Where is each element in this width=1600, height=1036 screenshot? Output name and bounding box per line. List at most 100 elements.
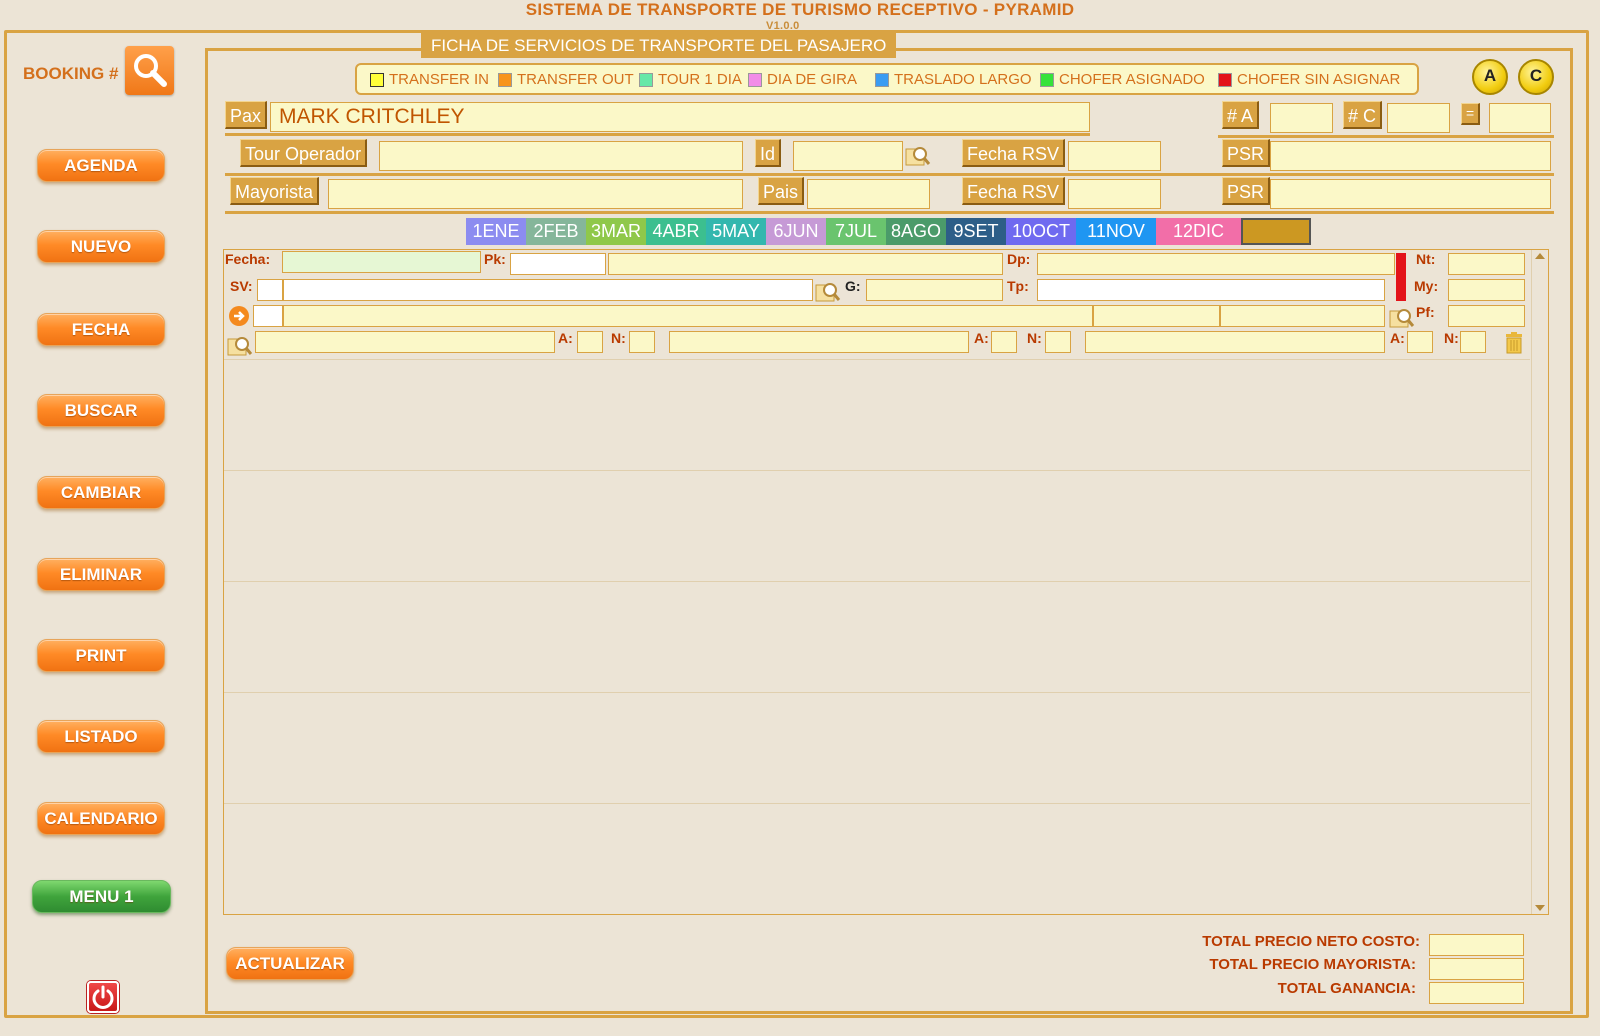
id-field[interactable] <box>793 141 903 171</box>
booking-search-button[interactable] <box>125 46 174 95</box>
fecha-button[interactable]: FECHA <box>37 313 165 346</box>
fecha-rsv-field-2[interactable] <box>1068 179 1161 209</box>
nuevo-button[interactable]: NUEVO <box>37 230 165 263</box>
row3-field-c[interactable] <box>1220 305 1385 327</box>
psr-label-2: PSR <box>1222 177 1271 205</box>
pax-field[interactable]: MARK CRITCHLEY <box>270 102 1090 132</box>
total-pax-field[interactable] <box>1489 103 1551 133</box>
fecha-detail-field[interactable] <box>282 251 481 273</box>
month-tab-nov[interactable]: 11NOV <box>1076 218 1156 245</box>
month-tab-jun[interactable]: 6JUN <box>766 218 826 245</box>
scroll-up-arrow[interactable] <box>1535 253 1545 259</box>
buscar-button[interactable]: BUSCAR <box>37 394 165 427</box>
sv-label: SV: <box>230 278 253 294</box>
listado-button[interactable]: LISTADO <box>37 720 165 753</box>
print-button[interactable]: PRINT <box>37 639 165 672</box>
num-a-field[interactable] <box>1270 103 1333 133</box>
sv-code-field[interactable] <box>257 279 283 301</box>
arrow-right-icon[interactable] <box>229 306 249 326</box>
nt-field[interactable] <box>1448 253 1525 275</box>
legend-item-dia-de-gira: DIA DE GIRA <box>748 71 857 88</box>
tp-field[interactable] <box>1037 279 1385 301</box>
row3-search-icon[interactable] <box>1389 305 1415 331</box>
a-label-2: A: <box>974 330 989 346</box>
c-button[interactable]: C <box>1518 59 1554 95</box>
month-tab-mar[interactable]: 3MAR <box>586 218 646 245</box>
legend-swatch <box>875 72 889 87</box>
total-mayorista-label: TOTAL PRECIO MAYORISTA: <box>1209 956 1416 973</box>
legend-item-tour-1-dia: TOUR 1 DIA <box>639 71 742 88</box>
agenda-button[interactable]: AGENDA <box>37 149 165 182</box>
app-title-text: SISTEMA DE TRANSPORTE DE TURISMO RECEPTI… <box>525 0 1075 19</box>
month-tab-ago[interactable]: 8AGO <box>886 218 946 245</box>
actualizar-button[interactable]: ACTUALIZAR <box>226 947 354 980</box>
pax-label: Pax <box>225 101 268 129</box>
a-field-3[interactable] <box>1407 331 1433 353</box>
row4-field-2[interactable] <box>669 331 969 353</box>
dp-field[interactable] <box>1037 253 1395 275</box>
divider <box>225 133 1090 136</box>
month-tab-all[interactable] <box>1241 218 1311 245</box>
dp-label: Dp: <box>1007 251 1031 267</box>
id-search-icon[interactable] <box>905 143 931 169</box>
total-neto-field[interactable] <box>1429 934 1524 956</box>
pk-field[interactable] <box>510 253 606 275</box>
cambiar-button[interactable]: CAMBIAR <box>37 476 165 509</box>
a-field-1[interactable] <box>577 331 603 353</box>
month-tab-may[interactable]: 5MAY <box>706 218 766 245</box>
legend-swatch <box>370 72 384 87</box>
row4-search-icon[interactable] <box>227 333 253 359</box>
row-separator <box>224 692 1530 693</box>
month-tab-oct[interactable]: 10OCT <box>1006 218 1076 245</box>
legend: TRANSFER IN TRANSFER OUT TOUR 1 DIA DIA … <box>355 63 1419 95</box>
month-tab-jul[interactable]: 7JUL <box>826 218 886 245</box>
legend-label: CHOFER SIN ASIGNAR <box>1237 71 1401 88</box>
row4-field-3[interactable] <box>1085 331 1385 353</box>
n-field-1[interactable] <box>629 331 655 353</box>
a-button[interactable]: A <box>1472 59 1508 95</box>
num-c-field[interactable] <box>1387 103 1450 133</box>
month-tab-set[interactable]: 9SET <box>946 218 1006 245</box>
g-field[interactable] <box>866 279 1003 301</box>
calendario-button[interactable]: CALENDARIO <box>37 802 165 835</box>
month-tab-dic[interactable]: 12DIC <box>1156 218 1241 245</box>
pais-field[interactable] <box>807 179 930 209</box>
power-icon <box>92 985 114 1009</box>
tour-operador-field[interactable] <box>379 141 743 171</box>
num-c-label: # C <box>1343 101 1383 129</box>
month-tab-ene[interactable]: 1ENE <box>466 218 526 245</box>
legend-item-chofer-asignado: CHOFER ASIGNADO <box>1040 71 1205 88</box>
menu-1-button[interactable]: MENU 1 <box>32 880 171 913</box>
pk-desc-field[interactable] <box>608 253 1003 275</box>
g-label: G: <box>845 278 861 294</box>
month-tab-abr[interactable]: 4ABR <box>646 218 706 245</box>
eliminar-button[interactable]: ELIMINAR <box>37 558 165 591</box>
a-field-2[interactable] <box>991 331 1017 353</box>
mayorista-field[interactable] <box>328 179 743 209</box>
psr-field-2[interactable] <box>1270 179 1551 209</box>
scroll-down-arrow[interactable] <box>1535 905 1545 911</box>
row3-code-field[interactable] <box>253 305 283 327</box>
n-field-2[interactable] <box>1045 331 1071 353</box>
detail-scrollbar[interactable] <box>1531 250 1548 914</box>
legend-label: TRANSFER OUT <box>517 71 634 88</box>
power-button[interactable] <box>87 981 119 1013</box>
trash-icon[interactable] <box>1502 331 1526 355</box>
sv-field[interactable] <box>283 279 813 301</box>
row3-field-b[interactable] <box>1093 305 1220 327</box>
fecha-rsv-field-1[interactable] <box>1068 141 1161 171</box>
legend-item-transfer-in: TRANSFER IN <box>370 71 489 88</box>
n-field-3[interactable] <box>1460 331 1486 353</box>
my-field[interactable] <box>1448 279 1525 301</box>
row4-field-1[interactable] <box>255 331 555 353</box>
pf-field[interactable] <box>1448 305 1525 327</box>
total-ganancia-field[interactable] <box>1429 982 1524 1004</box>
psr-field-1[interactable] <box>1270 141 1551 171</box>
psr-label-1: PSR <box>1222 139 1271 167</box>
row3-field-a[interactable] <box>283 305 1093 327</box>
sv-search-icon[interactable] <box>815 279 841 305</box>
row-separator <box>224 359 1530 360</box>
total-mayorista-field[interactable] <box>1429 958 1524 980</box>
legend-swatch <box>639 72 653 87</box>
month-tab-feb[interactable]: 2FEB <box>526 218 586 245</box>
